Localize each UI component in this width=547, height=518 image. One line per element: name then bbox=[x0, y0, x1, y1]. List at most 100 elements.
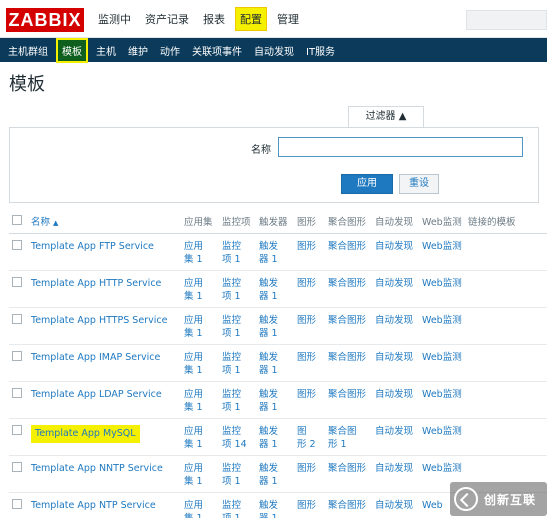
triggers-link[interactable]: 触发器 1 bbox=[259, 500, 278, 518]
header-name[interactable]: 名称 ▲ bbox=[31, 210, 184, 234]
triggers-link[interactable]: 触发器 1 bbox=[259, 315, 278, 339]
zabbix-logo[interactable]: ZABBIX bbox=[6, 8, 84, 32]
items-link[interactable]: 监控项 1 bbox=[222, 463, 241, 487]
graphs-link[interactable]: 图形 bbox=[297, 352, 316, 363]
filter-toggle-tab[interactable]: 过滤器 ▲ bbox=[348, 106, 424, 128]
applications-link[interactable]: 应用集 1 bbox=[184, 500, 203, 518]
discovery-link[interactable]: 自动发现 bbox=[375, 500, 413, 511]
filter-panel: 名称 应用 重设 bbox=[9, 127, 539, 203]
triggers-link[interactable]: 触发器 1 bbox=[259, 352, 278, 376]
subnav-hosts[interactable]: 主机 bbox=[92, 40, 120, 61]
row-checkbox[interactable] bbox=[12, 424, 22, 435]
nav-inventory[interactable]: 资产记录 bbox=[141, 8, 193, 30]
discovery-link[interactable]: 自动发现 bbox=[375, 352, 413, 363]
subnav-templates[interactable]: 模板 bbox=[56, 37, 88, 63]
linked-templates-cell bbox=[468, 270, 547, 308]
web-scenarios-link[interactable]: Web监测 bbox=[422, 463, 462, 474]
graphs-link[interactable]: 图形 bbox=[297, 278, 316, 289]
items-link[interactable]: 监控项 1 bbox=[222, 500, 241, 518]
nav-reports[interactable]: 报表 bbox=[199, 8, 229, 30]
global-search-input[interactable] bbox=[466, 10, 547, 30]
applications-link[interactable]: 应用集 1 bbox=[184, 352, 203, 376]
screens-link[interactable]: 聚合图形 bbox=[328, 352, 366, 363]
graphs-link[interactable]: 图形 bbox=[297, 463, 316, 474]
template-name-link[interactable]: Template App IMAP Service bbox=[31, 352, 160, 363]
header-web: Web监测 bbox=[422, 210, 468, 234]
screens-link[interactable]: 聚合图形 bbox=[328, 278, 366, 289]
items-link[interactable]: 监控项 1 bbox=[222, 315, 241, 339]
reset-button[interactable]: 重设 bbox=[399, 174, 439, 194]
row-checkbox[interactable] bbox=[12, 313, 22, 324]
triggers-link[interactable]: 触发器 1 bbox=[259, 389, 278, 413]
select-all-checkbox[interactable] bbox=[12, 214, 22, 225]
subnav-it-services[interactable]: IT服务 bbox=[302, 40, 339, 61]
applications-link[interactable]: 应用集 1 bbox=[184, 241, 203, 265]
template-name-link[interactable]: Template App FTP Service bbox=[31, 241, 154, 252]
watermark-text: 创新互联 bbox=[484, 492, 537, 507]
web-scenarios-link[interactable]: Web监测 bbox=[422, 352, 462, 363]
triggers-link[interactable]: 触发器 1 bbox=[259, 426, 278, 450]
subnav-actions[interactable]: 动作 bbox=[156, 40, 184, 61]
screens-link[interactable]: 聚合图形 bbox=[328, 241, 366, 252]
items-link[interactable]: 监控项 1 bbox=[222, 278, 241, 302]
applications-link[interactable]: 应用集 1 bbox=[184, 389, 203, 413]
screens-link[interactable]: 聚合图形 1 bbox=[328, 426, 357, 450]
applications-link[interactable]: 应用集 1 bbox=[184, 315, 203, 339]
web-scenarios-link[interactable]: Web监测 bbox=[422, 278, 462, 289]
row-checkbox[interactable] bbox=[12, 498, 22, 509]
graphs-link[interactable]: 图形 bbox=[297, 500, 316, 511]
subnav-host-groups[interactable]: 主机群组 bbox=[4, 40, 52, 61]
discovery-link[interactable]: 自动发现 bbox=[375, 241, 413, 252]
discovery-link[interactable]: 自动发现 bbox=[375, 463, 413, 474]
nav-monitoring[interactable]: 监测中 bbox=[94, 8, 135, 30]
row-checkbox[interactable] bbox=[12, 239, 22, 250]
applications-link[interactable]: 应用集 1 bbox=[184, 463, 203, 487]
items-link[interactable]: 监控项 14 bbox=[222, 426, 247, 450]
screens-link[interactable]: 聚合图形 bbox=[328, 500, 366, 511]
template-name-link[interactable]: Template App HTTP Service bbox=[31, 278, 161, 289]
items-link[interactable]: 监控项 1 bbox=[222, 241, 241, 265]
web-scenarios-link[interactable]: Web bbox=[422, 500, 443, 511]
graphs-link[interactable]: 图形 2 bbox=[297, 426, 316, 450]
web-scenarios-link[interactable]: Web监测 bbox=[422, 315, 462, 326]
template-name-link[interactable]: Template App MySQL bbox=[35, 428, 136, 439]
template-name-link[interactable]: Template App NNTP Service bbox=[31, 463, 163, 474]
row-checkbox[interactable] bbox=[12, 276, 22, 287]
triggers-link[interactable]: 触发器 1 bbox=[259, 463, 278, 487]
header-triggers: 触发器 bbox=[259, 210, 297, 234]
discovery-link[interactable]: 自动发现 bbox=[375, 426, 413, 437]
template-name-link[interactable]: Template App LDAP Service bbox=[31, 389, 162, 400]
discovery-link[interactable]: 自动发现 bbox=[375, 389, 413, 400]
discovery-link[interactable]: 自动发现 bbox=[375, 315, 413, 326]
subnav-event-correlation[interactable]: 关联项事件 bbox=[188, 40, 246, 61]
nav-configuration[interactable]: 配置 bbox=[235, 7, 267, 31]
subnav-maintenance[interactable]: 维护 bbox=[124, 40, 152, 61]
triggers-link[interactable]: 触发器 1 bbox=[259, 241, 278, 265]
template-name-link[interactable]: Template App HTTPS Service bbox=[31, 315, 167, 326]
graphs-link[interactable]: 图形 bbox=[297, 241, 316, 252]
items-link[interactable]: 监控项 1 bbox=[222, 389, 241, 413]
web-scenarios-link[interactable]: Web监测 bbox=[422, 389, 462, 400]
nav-administration[interactable]: 管理 bbox=[273, 8, 303, 30]
items-link[interactable]: 监控项 1 bbox=[222, 352, 241, 376]
applications-link[interactable]: 应用集 1 bbox=[184, 426, 203, 450]
graphs-link[interactable]: 图形 bbox=[297, 389, 316, 400]
web-scenarios-link[interactable]: Web监测 bbox=[422, 241, 462, 252]
web-scenarios-link[interactable]: Web监测 bbox=[422, 426, 462, 437]
screens-link[interactable]: 聚合图形 bbox=[328, 463, 366, 474]
triggers-link[interactable]: 触发器 1 bbox=[259, 278, 278, 302]
row-checkbox[interactable] bbox=[12, 350, 22, 361]
filter-name-input[interactable] bbox=[278, 137, 523, 157]
screens-link[interactable]: 聚合图形 bbox=[328, 389, 366, 400]
screens-link[interactable]: 聚合图形 bbox=[328, 315, 366, 326]
graphs-link[interactable]: 图形 bbox=[297, 315, 316, 326]
subnav-discovery[interactable]: 自动发现 bbox=[250, 40, 298, 61]
row-checkbox[interactable] bbox=[12, 387, 22, 398]
discovery-link[interactable]: 自动发现 bbox=[375, 278, 413, 289]
header-graphs: 图形 bbox=[297, 210, 328, 234]
header-linked-templates: 链接的模板 bbox=[468, 210, 547, 234]
applications-link[interactable]: 应用集 1 bbox=[184, 278, 203, 302]
template-name-link[interactable]: Template App NTP Service bbox=[31, 500, 156, 511]
row-checkbox[interactable] bbox=[12, 461, 22, 472]
apply-button[interactable]: 应用 bbox=[341, 174, 393, 194]
